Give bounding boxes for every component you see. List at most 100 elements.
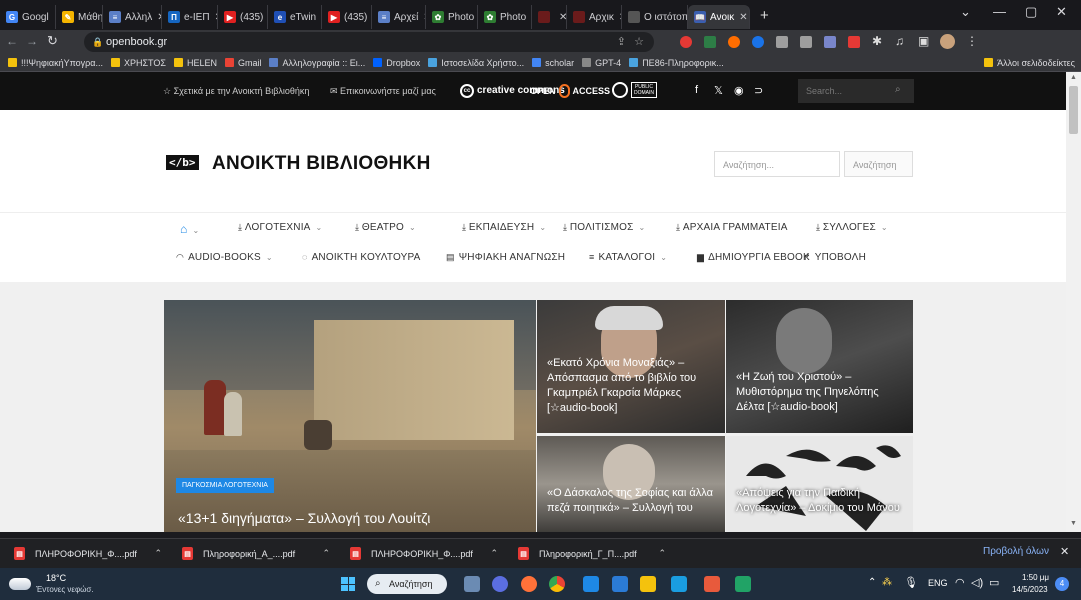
- chrome-icon[interactable]: [549, 576, 565, 592]
- nav-item[interactable]: ⤓ ΛΟΓΟΤΕΧΝΙΑ ⌄: [238, 222, 322, 233]
- browser-tab[interactable]: Αρχικ✕: [567, 5, 622, 29]
- show-all-downloads-button[interactable]: Προβολή όλων: [983, 546, 1049, 557]
- search-button[interactable]: Αναζήτηση: [844, 151, 913, 177]
- article-tile[interactable]: «Απόψεις για την Παιδική Λογοτεχνία» – Δ…: [726, 436, 913, 532]
- adblock-icon[interactable]: [680, 36, 692, 48]
- browser-tab[interactable]: ▶(435)✕: [218, 5, 268, 29]
- category-badge[interactable]: ΠΑΓΚΟΣΜΙΑ ΛΟΓΟΤΕΧΝΙΑ: [176, 478, 274, 493]
- contact-link[interactable]: ✉ Επικοινωνήστε μαζί μας: [330, 86, 436, 97]
- browser-tab[interactable]: ▶(435)✕: [322, 5, 372, 29]
- menu-kebab-icon[interactable]: ⋮: [966, 34, 978, 48]
- instagram-icon[interactable]: ◉: [734, 84, 744, 97]
- featured-article[interactable]: ΠΑΓΚΟΣΜΙΑ ΛΟΓΟΤΕΧΝΙΑ «13+1 διηγήματα» – …: [164, 300, 536, 532]
- chevron-up-icon[interactable]: ⌃: [154, 548, 162, 559]
- download-item[interactable]: ▤ ΠΛΗΡΟΦΟΡΙΚΗ_Φ....pdf ⌃: [14, 547, 168, 560]
- article-tile[interactable]: «Εκατό Χρόνια Μοναξιάς» – Απόσπασμα από …: [537, 300, 725, 433]
- task-view-icon[interactable]: [464, 576, 480, 592]
- scroll-down-icon[interactable]: ▼: [1070, 520, 1077, 527]
- bookmark-item[interactable]: ΧΡΗΣΤΟΣ: [110, 58, 166, 68]
- bookmark-item[interactable]: Ιστοσελίδα Χρήστο...: [428, 58, 524, 68]
- twitter-icon[interactable]: 𝕏: [714, 84, 723, 97]
- public-domain-badge[interactable]: PUBLIC DOMAIN: [612, 82, 657, 98]
- firefox-icon[interactable]: [521, 576, 537, 592]
- volume-icon[interactable]: ◁): [971, 576, 983, 589]
- store-icon[interactable]: [612, 576, 628, 592]
- bookmark-item[interactable]: Αλληλογραφία :: Ει...: [269, 58, 365, 68]
- nav-item[interactable]: ▆ ΔΗΜΙΟΥΡΓΙΑ EBOOK: [697, 252, 810, 263]
- app-l-icon[interactable]: [583, 576, 599, 592]
- bookmark-item[interactable]: Gmail: [224, 58, 261, 68]
- browser-tab[interactable]: ✎Μάθη✕: [56, 5, 103, 29]
- weather-desc[interactable]: Έντονες νεφώσ.: [36, 585, 94, 594]
- minimize-button[interactable]: —: [993, 4, 1006, 19]
- media-icon[interactable]: ♫: [895, 34, 904, 48]
- weather-temp[interactable]: 18°C: [46, 573, 66, 583]
- bookmark-item[interactable]: Dropbox: [373, 58, 420, 68]
- taskbar-search[interactable]: ⌕ Αναζήτηση: [367, 574, 447, 594]
- extension-icon[interactable]: [776, 36, 788, 48]
- browser-tab[interactable]: ✿Photo✕: [426, 5, 478, 29]
- logo-mark-icon[interactable]: </b>: [166, 155, 199, 170]
- about-link[interactable]: ☆ Σχετικά με την Ανοικτή Βιβλιοθήκη: [163, 86, 309, 97]
- nav-item[interactable]: ⤓ ΠΟΛΙΤΙΣΜΟΣ ⌄: [563, 222, 645, 233]
- close-window-button[interactable]: ✕: [1056, 4, 1067, 20]
- nav-item[interactable]: ◌ ΑΝΟΙΚΤΗ ΚΟΥΛΤΟΥΡΑ: [302, 252, 421, 263]
- reload-icon[interactable]: ↻: [47, 33, 58, 49]
- facebook-icon[interactable]: f: [695, 84, 698, 96]
- download-item[interactable]: ▤ Πληροφορική_Γ_Π....pdf ⌃: [518, 547, 672, 560]
- nav-item[interactable]: ↱ ΥΠΟΒΟΛΗ: [803, 252, 866, 263]
- nav-item[interactable]: ▤ ΨΗΦΙΑΚΗ ΑΝΑΓΝΩΣΗ: [446, 252, 565, 263]
- extension-icon[interactable]: [704, 36, 716, 48]
- article-tile[interactable]: «Ο Δάσκαλος της Σοφίας και άλλα πεζά ποι…: [537, 436, 725, 532]
- bookmark-star-icon[interactable]: ☆: [634, 32, 644, 52]
- chevron-up-icon[interactable]: ⌃: [658, 548, 666, 559]
- bookmark-item[interactable]: scholar: [532, 58, 574, 68]
- chevron-up-icon[interactable]: ⌃: [322, 548, 330, 559]
- back-icon[interactable]: ←: [6, 34, 18, 48]
- teams-icon[interactable]: [492, 576, 508, 592]
- extension-icon[interactable]: [848, 36, 860, 48]
- new-tab-button[interactable]: +: [760, 7, 769, 24]
- top-search-input[interactable]: Search... ⌕: [798, 79, 914, 103]
- nav-item[interactable]: ⌂ ⌄: [180, 222, 199, 236]
- nav-item[interactable]: ⤓ ΕΚΠΑΙΔΕΥΣΗ ⌄: [462, 222, 546, 233]
- microphone-icon[interactable]: 🎙: [904, 576, 918, 589]
- scroll-up-icon[interactable]: ▲: [1070, 74, 1077, 81]
- featured-title[interactable]: «13+1 διηγήματα» – Συλλογή του Λουίτζι: [178, 510, 430, 526]
- bookmark-item[interactable]: ΠΕ86-Πληροφορικ...: [629, 58, 724, 68]
- avatar[interactable]: [940, 34, 955, 49]
- extension-icon[interactable]: [800, 36, 812, 48]
- tray-app-icon[interactable]: ⁂: [882, 577, 892, 588]
- browser-tab[interactable]: Πe-ΙΕΠ✕: [162, 5, 218, 29]
- download-item[interactable]: ▤ Πληροφορική_Α_....pdf ⌃: [182, 547, 336, 560]
- lock-icon[interactable]: 🔒: [92, 32, 103, 52]
- rss-icon[interactable]: ⊃: [754, 84, 763, 97]
- nav-item[interactable]: ≡ ΚΑΤΑΛΟΓΟΙ ⌄: [589, 252, 667, 263]
- close-tab-icon[interactable]: ✕: [739, 12, 747, 23]
- powerpoint-icon[interactable]: [704, 576, 720, 592]
- other-bookmarks-folder[interactable]: Άλλοι σελιδοδείκτες: [984, 58, 1075, 68]
- url-input[interactable]: 🔒 openbook.gr ⇪ ☆: [84, 32, 654, 52]
- browser-tab[interactable]: 📖 Ανοικ ✕: [688, 5, 750, 29]
- nav-item[interactable]: ◠ AUDIO-BOOKS ⌄: [176, 252, 273, 263]
- page-scrollbar[interactable]: ▲ ▼: [1066, 72, 1081, 532]
- browser-tab[interactable]: ✕: [532, 5, 567, 29]
- browser-tab[interactable]: ✿Photo✕: [478, 5, 532, 29]
- extension-icon[interactable]: [728, 36, 740, 48]
- battery-icon[interactable]: ▭: [989, 576, 999, 589]
- restore-button[interactable]: ▢: [1025, 4, 1037, 20]
- tab-search-chevron-icon[interactable]: ⌄: [960, 4, 971, 20]
- close-downloads-button[interactable]: ✕: [1060, 545, 1069, 558]
- chevron-up-icon[interactable]: ⌃: [490, 548, 498, 559]
- notification-badge[interactable]: 4: [1055, 577, 1069, 591]
- download-item[interactable]: ▤ ΠΛΗΡΟΦΟΡΙΚΗ_Φ....pdf ⌃: [350, 547, 504, 560]
- wifi-icon[interactable]: ◠: [955, 576, 965, 589]
- share-icon[interactable]: ⇪: [617, 32, 626, 52]
- clock-date[interactable]: 14/5/2023: [1012, 585, 1048, 594]
- scrollbar-thumb[interactable]: [1069, 86, 1078, 134]
- extension-icon[interactable]: [824, 36, 836, 48]
- windows-start-icon[interactable]: [341, 577, 355, 591]
- file-explorer-icon[interactable]: [640, 576, 656, 592]
- clock-time[interactable]: 1:50 μμ: [1022, 573, 1049, 582]
- search-icon[interactable]: ⌕: [895, 84, 901, 95]
